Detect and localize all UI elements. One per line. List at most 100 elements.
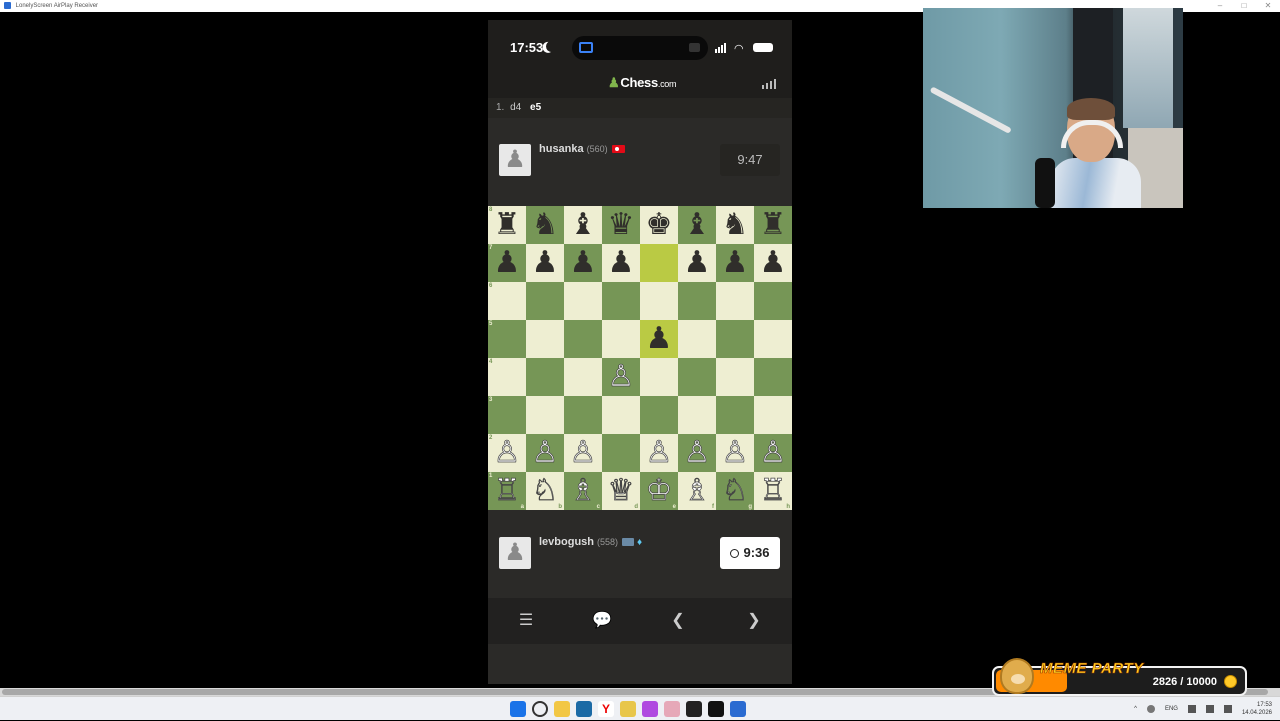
square-c5[interactable] [564,320,602,358]
square-d3[interactable] [602,396,640,434]
tray-mic-icon[interactable] [1146,705,1155,713]
square-b3[interactable] [526,396,564,434]
square-b2[interactable]: ♙ [526,434,564,472]
list-icon[interactable]: ☰ [516,611,536,631]
piece-h2[interactable]: ♙ [759,437,787,468]
square-d1[interactable]: ♕ d [602,472,640,510]
battery-tray-icon[interactable] [1223,705,1232,713]
square-c8[interactable]: ♝ [564,206,602,244]
square-b5[interactable] [526,320,564,358]
square-a4[interactable]: 4 [488,358,526,396]
piece-a8[interactable]: ♜ [494,210,521,240]
square-e3[interactable] [640,396,678,434]
piece-d7[interactable]: ♟ [608,248,635,278]
square-b7[interactable]: ♟ [526,244,564,282]
square-h7[interactable]: ♟ [754,244,792,282]
square-f8[interactable]: ♝ [678,206,716,244]
square-f4[interactable] [678,358,716,396]
square-c1[interactable]: ♗ c [564,472,602,510]
piece-d1[interactable]: ♕ [607,475,635,506]
obs-icon[interactable] [664,701,680,717]
square-h1[interactable]: ♖ h [754,472,792,510]
airplay-receiver-icon[interactable] [730,701,746,717]
piece-b8[interactable]: ♞ [532,210,559,240]
square-f7[interactable]: ♟ [678,244,716,282]
next-icon[interactable]: ❯ [744,611,764,631]
square-e6[interactable] [640,282,678,320]
square-d8[interactable]: ♛ [602,206,640,244]
start-icon[interactable] [510,701,526,717]
piece-e2[interactable]: ♙ [645,437,673,468]
piece-g7[interactable]: ♟ [722,248,749,278]
taskbar-clock[interactable]: 17:53 14.04.2026 [1242,701,1272,717]
piece-e5[interactable]: ♟ [646,324,673,354]
piece-c7[interactable]: ♟ [570,248,597,278]
square-b8[interactable]: ♞ [526,206,564,244]
chevron-up-icon[interactable]: ^ [1134,706,1137,712]
app-icon-v2[interactable] [708,701,724,717]
piece-b7[interactable]: ♟ [532,248,559,278]
square-d7[interactable]: ♟ [602,244,640,282]
piece-d4[interactable]: ♙ [607,361,635,392]
square-g1[interactable]: ♘ g [716,472,754,510]
square-h3[interactable] [754,396,792,434]
language-indicator[interactable]: ENG [1165,706,1178,712]
piece-a1[interactable]: ♖ [493,475,521,506]
square-g2[interactable]: ♙ [716,434,754,472]
file-explorer-icon[interactable] [554,701,570,717]
square-e4[interactable] [640,358,678,396]
connection-bars-icon[interactable] [762,79,776,89]
opponent-avatar[interactable]: ♟ [499,144,531,176]
piece-c2[interactable]: ♙ [569,437,597,468]
piece-e1[interactable]: ♔ [645,475,673,506]
square-c7[interactable]: ♟ [564,244,602,282]
square-d4[interactable]: ♙ [602,358,640,396]
steam-icon[interactable] [576,701,592,717]
piece-e8[interactable]: ♚ [646,210,673,240]
piece-f1[interactable]: ♗ [683,475,711,506]
square-f3[interactable] [678,396,716,434]
piece-b1[interactable]: ♘ [531,475,559,506]
yandex-icon[interactable]: Y [598,701,614,717]
square-a7[interactable]: ♟ 7 [488,244,526,282]
maximize-icon[interactable]: □ [1232,0,1256,12]
square-h5[interactable] [754,320,792,358]
square-f5[interactable] [678,320,716,358]
piece-g2[interactable]: ♙ [721,437,749,468]
square-d5[interactable] [602,320,640,358]
piece-h7[interactable]: ♟ [760,248,787,278]
piece-h8[interactable]: ♜ [760,210,787,240]
piece-f2[interactable]: ♙ [683,437,711,468]
square-g3[interactable] [716,396,754,434]
square-c2[interactable]: ♙ [564,434,602,472]
previous-icon[interactable]: ❮ [668,611,688,631]
opponent-name[interactable]: husanka [539,143,584,155]
move-black[interactable]: e5 [530,102,541,113]
square-a5[interactable]: 5 [488,320,526,358]
piece-a7[interactable]: ♟ [494,248,521,278]
square-g5[interactable] [716,320,754,358]
minimize-icon[interactable]: – [1208,0,1232,12]
square-c4[interactable] [564,358,602,396]
square-e7[interactable] [640,244,678,282]
square-h4[interactable] [754,358,792,396]
move-list-bar[interactable]: 1. d4 e5 [488,98,792,118]
close-icon[interactable]: ✕ [1256,0,1280,12]
square-h8[interactable]: ♜ [754,206,792,244]
chess-board[interactable]: ♜ 8 ♞ ♝ ♛ ♚ ♝ ♞ ♜ ♟ 7 ♟ ♟ ♟ ♟ ♟ ♟ 6 5 ♟ 4 ♙ 3 ♙ 2 ♙ ♙ ♙ ♙ ♙ ♙ ♖ 1 a ♘ b ♗ c ♕ d… [488,206,792,510]
square-a1[interactable]: ♖ 1 a [488,472,526,510]
square-g8[interactable]: ♞ [716,206,754,244]
piece-c8[interactable]: ♝ [570,210,597,240]
move-white[interactable]: d4 [510,102,521,113]
piece-f7[interactable]: ♟ [684,248,711,278]
square-g4[interactable] [716,358,754,396]
piece-c1[interactable]: ♗ [569,475,597,506]
square-e2[interactable]: ♙ [640,434,678,472]
piece-b2[interactable]: ♙ [531,437,559,468]
square-e1[interactable]: ♔ e [640,472,678,510]
square-b4[interactable] [526,358,564,396]
app-icon-red[interactable] [686,701,702,717]
square-h6[interactable] [754,282,792,320]
piece-f8[interactable]: ♝ [684,210,711,240]
square-f6[interactable] [678,282,716,320]
